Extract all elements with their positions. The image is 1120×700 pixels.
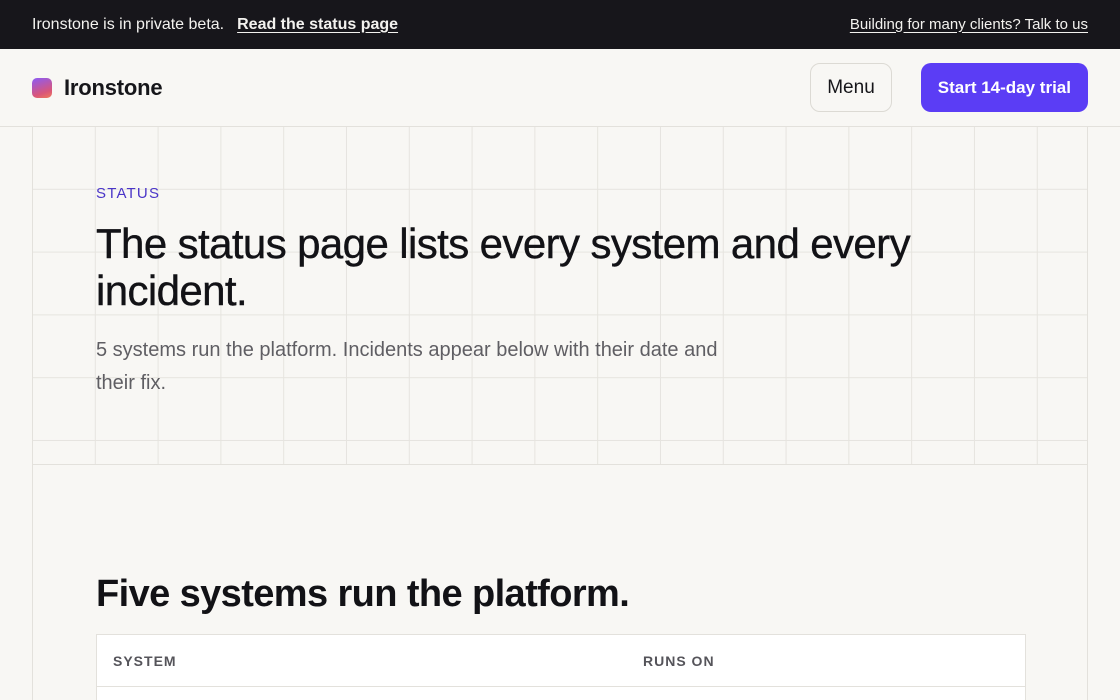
brand[interactable]: Ironstone (32, 74, 163, 101)
menu-button[interactable]: Menu (810, 63, 892, 112)
systems-section: Five systems run the platform. SYSTEM RU… (32, 465, 1088, 700)
beta-banner: Ironstone is in private beta. Read the s… (0, 0, 1120, 49)
table-row (97, 687, 1025, 700)
beta-message: Ironstone is in private beta. (32, 15, 225, 33)
hero-content: STATUS The status page lists every syste… (96, 185, 926, 400)
eyebrow-label: STATUS (96, 185, 161, 202)
systems-heading: Five systems run the platform. (96, 573, 630, 615)
systems-table: SYSTEM RUNS ON (96, 634, 1026, 700)
page-subtitle: 5 systems run the platform. Incidents ap… (96, 339, 718, 394)
status-page-link[interactable]: Read the status page (237, 16, 398, 34)
page-title: The status page lists every system and e… (96, 220, 911, 314)
start-trial-button[interactable]: Start 14-day trial (920, 63, 1088, 112)
logo-icon (32, 77, 52, 98)
navbar: Ironstone Menu Start 14-day trial (0, 49, 1120, 127)
talk-to-us-link[interactable]: Building for many clients? Talk to us (850, 16, 1088, 33)
banner-right: Building for many clients? Talk to us (850, 16, 1088, 34)
banner-left: Ironstone is in private beta. Read the s… (32, 16, 398, 34)
nav-actions: Menu Start 14-day trial (810, 63, 1088, 112)
column-header-system: SYSTEM (113, 652, 177, 669)
column-header-runs-on: RUNS ON (643, 652, 715, 669)
table-header: SYSTEM RUNS ON (97, 635, 1025, 687)
hero-section: STATUS The status page lists every syste… (32, 127, 1088, 465)
brand-name: Ironstone (64, 74, 163, 100)
